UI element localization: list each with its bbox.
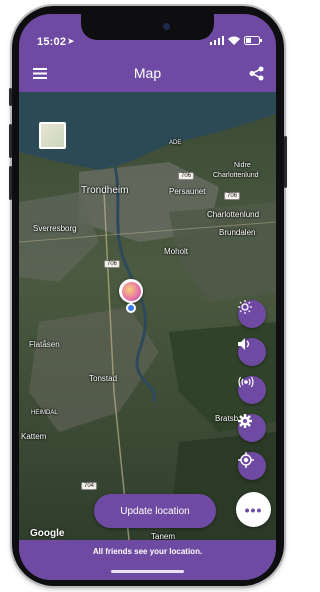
avatar bbox=[121, 281, 141, 301]
brightness-button[interactable] bbox=[238, 300, 266, 328]
map-label: Charlottenlund bbox=[207, 210, 260, 219]
map-label: ADE bbox=[169, 140, 182, 146]
home-indicator[interactable] bbox=[111, 570, 184, 573]
settings-icon bbox=[238, 414, 252, 428]
volume-button[interactable] bbox=[238, 338, 266, 366]
footer-bar: All friends see your location. bbox=[19, 540, 276, 580]
share-icon[interactable] bbox=[249, 66, 264, 81]
more-options-button[interactable]: ••• bbox=[236, 492, 271, 527]
map-label: Kattem bbox=[21, 432, 47, 441]
signal-icon bbox=[210, 36, 224, 45]
map-layers-button[interactable] bbox=[39, 122, 66, 149]
map-label: Bratsb bbox=[215, 414, 239, 423]
map-label: Tanem bbox=[151, 532, 176, 540]
map-label: Moholt bbox=[164, 247, 189, 256]
google-attribution: Google bbox=[30, 528, 65, 539]
status-icons bbox=[210, 36, 262, 45]
my-location-dot bbox=[126, 303, 136, 313]
volume-up-button bbox=[9, 124, 12, 158]
phone-screen: 15:02 ➤ Map Trondheim Persaunet Sverresb… bbox=[19, 14, 276, 580]
status-bar: 15:02 ➤ bbox=[19, 14, 276, 56]
front-camera bbox=[163, 23, 170, 30]
brightness-icon bbox=[238, 300, 252, 314]
status-time: 15:02 bbox=[37, 36, 67, 48]
locate-icon bbox=[238, 452, 254, 468]
map-label: Flatåsen bbox=[29, 340, 60, 349]
map-label: HEIMDAL bbox=[31, 410, 58, 416]
road-number-badge: 706 bbox=[224, 192, 241, 200]
map-label: Sverresborg bbox=[33, 224, 77, 233]
settings-button[interactable] bbox=[238, 414, 266, 442]
map-label: Charlottenlund bbox=[213, 172, 259, 179]
update-location-button[interactable]: Update location bbox=[94, 494, 216, 528]
volume-icon bbox=[238, 338, 250, 350]
notch bbox=[81, 14, 214, 40]
road-number-badge: 706 bbox=[104, 260, 121, 268]
visibility-notice: All friends see your location. bbox=[92, 547, 203, 556]
power-button bbox=[284, 136, 287, 188]
broadcast-button[interactable] bbox=[238, 376, 266, 404]
broadcast-icon bbox=[238, 376, 254, 388]
friend-avatar-marker[interactable] bbox=[119, 279, 143, 303]
battery-icon bbox=[244, 36, 262, 45]
satellite-map[interactable]: Trondheim Persaunet Sverresborg Charlott… bbox=[19, 92, 276, 540]
map-label: Nidre bbox=[234, 162, 251, 169]
mute-switch bbox=[9, 88, 12, 106]
map-label: Brundalen bbox=[219, 228, 256, 237]
road-number-badge: 706 bbox=[178, 172, 195, 180]
app-bar: Map bbox=[19, 56, 276, 92]
page-title: Map bbox=[133, 65, 162, 81]
wifi-icon bbox=[228, 36, 240, 45]
map-label: Persaunet bbox=[169, 187, 206, 196]
map-label: Trondheim bbox=[81, 185, 129, 196]
map-label: Tonstad bbox=[89, 374, 118, 383]
locate-button[interactable] bbox=[238, 452, 266, 480]
road-number-badge: 704 bbox=[81, 482, 98, 490]
location-arrow-icon: ➤ bbox=[67, 36, 75, 46]
volume-down-button bbox=[9, 166, 12, 200]
